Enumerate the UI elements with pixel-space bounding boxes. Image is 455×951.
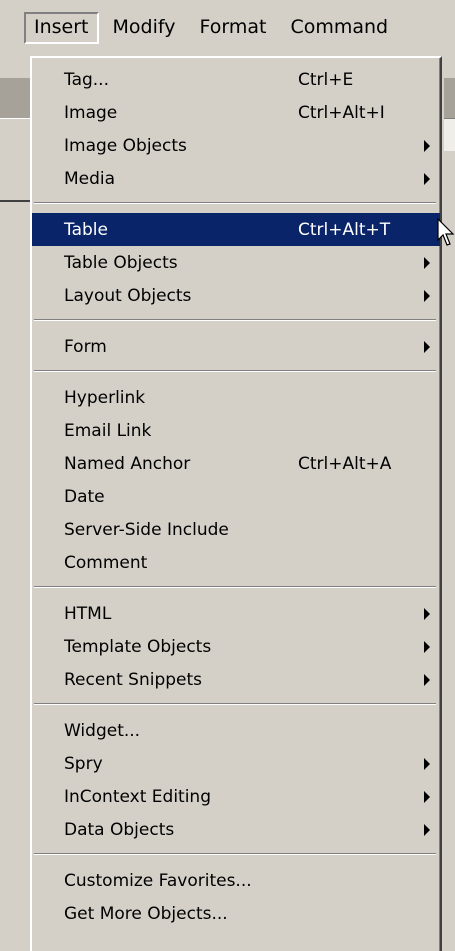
- menu-item-label: Data Objects: [64, 819, 175, 840]
- menu-item-label: Layout Objects: [64, 285, 192, 306]
- toolbar-background-left: [0, 78, 30, 118]
- menu-item-comment[interactable]: Comment: [32, 546, 440, 579]
- menu-separator: [34, 853, 436, 855]
- menu-item-table[interactable]: Table Ctrl+Alt+T: [32, 213, 440, 246]
- menu-separator: [34, 319, 436, 321]
- menubar-item-modify[interactable]: Modify: [103, 12, 186, 44]
- menu-item-shortcut: Ctrl+Alt+I: [298, 102, 385, 123]
- toolbar-divider-left: [0, 200, 30, 202]
- menu-item-label: InContext Editing: [64, 786, 211, 807]
- submenu-arrow-icon: [424, 340, 430, 353]
- submenu-arrow-icon: [424, 607, 430, 620]
- menu-separator: [34, 586, 436, 588]
- submenu-arrow-icon: [424, 823, 430, 836]
- submenu-arrow-icon: [424, 790, 430, 803]
- menu-item-label: Spry: [64, 753, 103, 774]
- menu-item-label: Tag...: [64, 69, 109, 90]
- menu-item-form[interactable]: Form: [32, 330, 440, 363]
- menu-item-widget[interactable]: Widget...: [32, 714, 440, 747]
- menu-item-spry[interactable]: Spry: [32, 747, 440, 780]
- submenu-arrow-icon: [424, 139, 430, 152]
- menu-item-email-link[interactable]: Email Link: [32, 414, 440, 447]
- toolbar-panel-left: [0, 150, 30, 200]
- menu-item-get-more-objects[interactable]: Get More Objects...: [32, 897, 440, 930]
- menu-item-data-objects[interactable]: Data Objects: [32, 813, 440, 846]
- submenu-arrow-icon: [424, 673, 430, 686]
- menu-item-label: HTML: [64, 603, 112, 624]
- menu-item-label: Server-Side Include: [64, 519, 229, 540]
- menu-item-label: Template Objects: [64, 636, 212, 657]
- menu-item-recent-snippets[interactable]: Recent Snippets: [32, 663, 440, 696]
- menu-item-label: Hyperlink: [64, 387, 146, 408]
- menu-item-label: Table Objects: [64, 252, 178, 273]
- menu-item-image[interactable]: Image Ctrl+Alt+I: [32, 96, 440, 129]
- menu-item-shortcut: Ctrl+Alt+A: [298, 453, 392, 474]
- menu-separator: [34, 202, 436, 204]
- submenu-arrow-icon: [424, 256, 430, 269]
- menubar-item-format[interactable]: Format: [189, 12, 276, 44]
- menu-item-label: Image Objects: [64, 135, 187, 156]
- menu-item-label: Date: [64, 486, 105, 507]
- menu-item-template-objects[interactable]: Template Objects: [32, 630, 440, 663]
- menu-item-table-objects[interactable]: Table Objects: [32, 246, 440, 279]
- submenu-arrow-icon: [424, 289, 430, 302]
- menu-item-image-objects[interactable]: Image Objects: [32, 129, 440, 162]
- menu-item-date[interactable]: Date: [32, 480, 440, 513]
- submenu-arrow-icon: [424, 172, 430, 185]
- toolbar-field-left: [0, 118, 30, 152]
- insert-menu-dropdown: Tag... Ctrl+E Image Ctrl+Alt+I Image Objects…: [30, 56, 442, 951]
- menu-item-hyperlink[interactable]: Hyperlink: [32, 381, 440, 414]
- menu-item-tag[interactable]: Tag... Ctrl+E: [32, 63, 440, 96]
- menu-item-label: Media: [64, 168, 116, 189]
- menu-item-media[interactable]: Media: [32, 162, 440, 195]
- menu-item-label: Named Anchor: [64, 453, 191, 474]
- menu-item-label: Table: [64, 219, 108, 240]
- submenu-arrow-icon: [424, 757, 430, 770]
- menubar: Insert Modify Format Command: [0, 0, 455, 56]
- menu-item-shortcut: Ctrl+Alt+T: [298, 219, 391, 240]
- menu-separator: [34, 370, 436, 372]
- mouse-pointer-icon: [437, 218, 455, 246]
- menu-item-label: Get More Objects...: [64, 903, 228, 924]
- menu-item-label: Image: [64, 102, 118, 123]
- menu-item-shortcut: Ctrl+E: [298, 69, 354, 90]
- menu-item-incontext-editing[interactable]: InContext Editing: [32, 780, 440, 813]
- menu-item-label: Recent Snippets: [64, 669, 203, 690]
- menu-item-server-side-include[interactable]: Server-Side Include: [32, 513, 440, 546]
- menubar-item-insert[interactable]: Insert: [24, 12, 99, 44]
- menu-item-label: Comment: [64, 552, 148, 573]
- menu-item-customize-favorites[interactable]: Customize Favorites...: [32, 864, 440, 897]
- submenu-arrow-icon: [424, 640, 430, 653]
- menu-item-label: Customize Favorites...: [64, 870, 252, 891]
- menu-item-label: Form: [64, 336, 107, 357]
- menubar-item-commands[interactable]: Command: [280, 12, 398, 44]
- menu-item-label: Email Link: [64, 420, 152, 441]
- menu-item-named-anchor[interactable]: Named Anchor Ctrl+Alt+A: [32, 447, 440, 480]
- menu-item-layout-objects[interactable]: Layout Objects: [32, 279, 440, 312]
- menu-item-html[interactable]: HTML: [32, 597, 440, 630]
- menu-separator: [34, 703, 436, 705]
- toolbar-background-right: [444, 78, 455, 118]
- toolbar-field-right: [444, 118, 455, 151]
- menu-item-label: Widget...: [64, 720, 141, 741]
